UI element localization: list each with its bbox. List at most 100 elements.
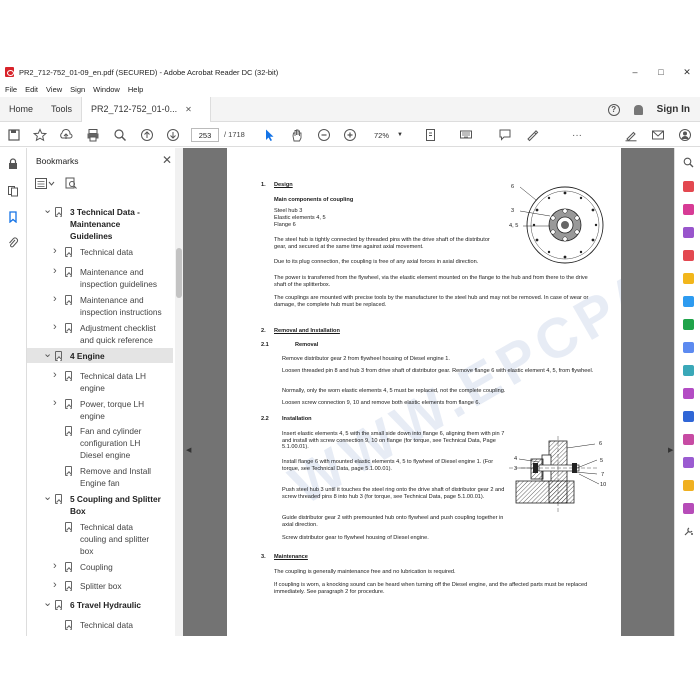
bookmark-item[interactable]: Guidelines (70, 230, 112, 242)
tab-close-button[interactable]: ✕ (185, 105, 192, 114)
lock-icon[interactable] (7, 158, 19, 170)
bookmark-item[interactable]: configuration LH (80, 437, 140, 449)
bookmark-item[interactable]: Adjustment checklist (80, 322, 156, 334)
menu-window[interactable]: Window (93, 85, 120, 94)
menu-file[interactable]: File (5, 85, 17, 94)
bookmark-options-icon[interactable] (35, 177, 55, 189)
menu-sign[interactable]: Sign (70, 85, 85, 94)
expanded-chevron-icon[interactable]: ⌄ (43, 490, 52, 503)
menu-edit[interactable]: Edit (25, 85, 38, 94)
bookmarks-close-button[interactable]: ✕ (162, 153, 172, 167)
edit-pdf-icon[interactable] (683, 227, 694, 238)
page-number-input[interactable]: 253 (191, 128, 219, 142)
expanded-chevron-icon[interactable]: ⌄ (43, 347, 52, 360)
bookmark-item[interactable]: Technical data (80, 521, 133, 533)
next-page-icon[interactable] (166, 128, 180, 142)
tab-tools[interactable]: Tools (42, 97, 81, 122)
bookmark-star-icon[interactable] (33, 128, 47, 142)
bookmark-item[interactable]: box (80, 545, 93, 557)
add-pdf-icon[interactable] (683, 250, 694, 261)
compress-pdf-icon[interactable] (683, 319, 694, 330)
maximize-button[interactable]: □ (648, 62, 674, 82)
collapsed-chevron-icon[interactable]: › (53, 579, 57, 591)
more-tools-wrench-icon[interactable] (683, 526, 694, 537)
page-display-icon[interactable] (424, 128, 438, 142)
collapsed-chevron-icon[interactable]: › (53, 293, 57, 305)
search-tool-icon[interactable] (683, 157, 694, 168)
fill-sign-tool-icon[interactable] (683, 388, 694, 399)
export-pdf-icon[interactable] (683, 181, 694, 192)
bookmark-item[interactable]: 3 Technical Data - (70, 206, 140, 218)
collapse-left-panel-icon[interactable]: ◀ (186, 446, 191, 454)
fill-sign-pen-icon[interactable] (624, 128, 638, 142)
upload-cloud-icon[interactable] (59, 128, 73, 142)
collapsed-chevron-icon[interactable]: › (53, 369, 57, 381)
minimize-button[interactable]: – (622, 62, 648, 82)
bookmark-search-icon[interactable] (65, 177, 77, 189)
zoom-out-icon[interactable] (317, 128, 331, 142)
expanded-chevron-icon[interactable]: ⌄ (43, 596, 52, 609)
bookmark-item[interactable]: 4 Engine (70, 350, 105, 362)
account-icon[interactable] (678, 128, 692, 142)
collapsed-chevron-icon[interactable]: › (53, 245, 57, 257)
bookmark-item[interactable]: Coupling (80, 561, 113, 573)
bookmark-item[interactable]: and quick reference (80, 334, 153, 346)
protect-icon[interactable] (683, 365, 694, 376)
shield-protect-icon[interactable] (683, 411, 694, 422)
sign-tool-icon[interactable] (683, 457, 694, 468)
bookmarks-scroll-thumb[interactable] (176, 248, 182, 298)
hand-tool-icon[interactable] (290, 128, 304, 142)
expanded-chevron-icon[interactable]: ⌄ (43, 203, 52, 216)
bookmark-item[interactable]: 5 Coupling and Splitter (70, 493, 161, 505)
select-cursor-icon[interactable] (262, 128, 276, 142)
bookmark-item[interactable]: Box (70, 505, 86, 517)
tab-document[interactable]: PR2_712-752_01-0... ✕ (81, 96, 211, 122)
bookmark-item[interactable]: inspection instructions (80, 306, 162, 318)
bookmark-item[interactable]: Technical data (80, 619, 133, 631)
collapsed-chevron-icon[interactable]: › (53, 397, 57, 409)
collapsed-chevron-icon[interactable]: › (53, 321, 57, 333)
bookmark-item[interactable]: Diesel engine (80, 449, 130, 461)
keyboard-icon[interactable] (459, 128, 473, 142)
close-window-button[interactable]: ✕ (674, 62, 700, 82)
sign-in-button[interactable]: Sign In (657, 104, 690, 115)
zoom-in-icon[interactable] (343, 128, 357, 142)
bookmark-item[interactable]: Fan and cylinder (80, 425, 141, 437)
collapsed-chevron-icon[interactable]: › (53, 265, 57, 277)
bookmarks-panel-icon[interactable] (7, 211, 19, 223)
bookmark-item[interactable]: Maintenance (70, 218, 120, 230)
bookmarks-scrollbar[interactable] (175, 148, 183, 636)
prepare-form-icon[interactable] (683, 434, 694, 445)
bookmark-item[interactable]: couling and splitter (80, 533, 149, 545)
save-icon[interactable] (7, 128, 21, 142)
collapsed-chevron-icon[interactable]: › (53, 560, 57, 572)
bookmark-item[interactable]: engine (80, 410, 105, 422)
bookmark-item[interactable]: 6 Travel Hydraulic (70, 599, 141, 611)
help-icon[interactable]: ? (607, 103, 620, 116)
request-signature-icon[interactable] (683, 503, 694, 514)
stamp-tool-icon[interactable] (683, 480, 694, 491)
bookmark-item[interactable]: Power, torque LH (80, 398, 144, 410)
previous-page-icon[interactable] (140, 128, 154, 142)
highlight-pen-icon[interactable] (525, 128, 539, 142)
bookmark-item[interactable]: inspection guidelines (80, 278, 157, 290)
page-thumbnails-icon[interactable] (7, 185, 19, 197)
document-viewer[interactable]: WWW.EPCPARTS.COM 1. Design Main componen… (183, 148, 674, 636)
attachment-paperclip-icon[interactable] (7, 237, 19, 249)
tab-home[interactable]: Home (0, 97, 42, 122)
bookmark-item[interactable]: Remove and Install (80, 465, 151, 477)
menu-view[interactable]: View (46, 85, 62, 94)
search-icon[interactable] (113, 128, 127, 142)
bookmark-item[interactable]: Engine fan (80, 477, 120, 489)
comment-icon[interactable] (498, 128, 512, 142)
create-pdf-icon[interactable] (683, 204, 694, 215)
print-icon[interactable] (86, 128, 100, 142)
comment-tool-icon[interactable] (683, 273, 694, 284)
enhance-scan-icon[interactable] (683, 342, 694, 353)
collapse-right-panel-icon[interactable]: ▶ (668, 446, 673, 454)
bookmark-item[interactable]: Maintenance and (80, 266, 144, 278)
email-icon[interactable] (651, 128, 665, 142)
bookmark-item[interactable]: engine (80, 382, 105, 394)
bookmark-item[interactable]: Technical data (80, 246, 133, 258)
bookmark-item[interactable]: Maintenance and (80, 294, 144, 306)
